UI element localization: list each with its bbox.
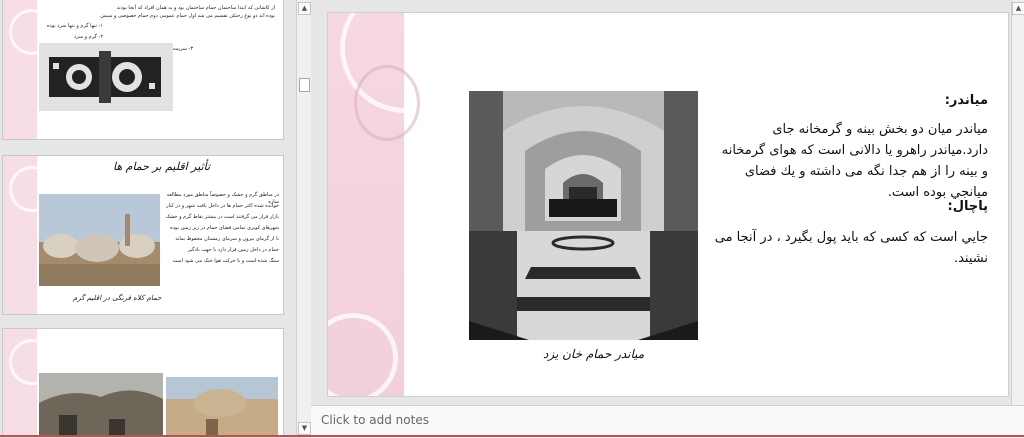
thumb-text: سنگ شده است و با حرکت هوا خنک می شود است	[172, 258, 279, 264]
thumb-decoration	[3, 0, 55, 139]
slide-thumbnail-3[interactable]	[2, 328, 284, 437]
thumb-text: تا از گرمای بیرون و سرمای زمستان محفوظ ب…	[175, 236, 279, 242]
thumb-caption: حمام کلاه فرنگی در اقلیم گرم	[73, 294, 162, 302]
heading-pachal: پاچال:	[947, 199, 989, 214]
slide-decoration	[328, 13, 470, 396]
scroll-up-icon[interactable]: ▲	[1012, 2, 1024, 15]
thumb-title: تأثیر اقلیم بر حمام ها	[113, 160, 211, 173]
thumb-text: بازار قرار می گرفتند است در بیشتر نقاط گ…	[165, 214, 280, 220]
slide-thumbnail-pane[interactable]: از کاشانی که ابتدا ساختمان حمام ساختمان …	[0, 0, 296, 437]
thumb-text: ۲- گرم و سرد	[73, 34, 103, 40]
current-slide[interactable]: میاندر حمام خان یزد میاندر: میاندر میان …	[327, 12, 1009, 397]
slide-editor[interactable]: میاندر حمام خان یزد میاندر: میاندر میان …	[311, 0, 1024, 405]
photo-caption: میاندر حمام خان یزد	[543, 347, 645, 361]
thumb-text: از کاشانی که ابتدا ساختمان حمام ساختمان …	[116, 5, 275, 11]
notes-placeholder[interactable]: Click to add notes	[321, 413, 429, 427]
floor-plan-image	[39, 43, 173, 111]
ruined-bathhouse-image	[39, 373, 163, 437]
thumb-text: خوانده شده اکثر حمام ها در داخل بافت شهر…	[166, 203, 279, 209]
thumb-text: ۱- تنها گرم و تنها سرد بوده	[46, 23, 103, 29]
heading-miandar: میاندر:	[944, 93, 988, 108]
thumb-text: حمام در داخل زمین قرار دارد با جهت بادگی…	[187, 247, 279, 253]
notes-pane[interactable]: Click to add notes	[311, 405, 1024, 438]
thumb-text: بوده اند دو نوع رختکن تقسیم می شد اول حم…	[100, 13, 275, 19]
scroll-up-icon[interactable]: ▲	[298, 2, 311, 15]
bathhouse-corridor-photo[interactable]	[469, 91, 698, 340]
thumb-decoration	[3, 156, 55, 314]
slide-thumbnail-2[interactable]: تأثیر اقلیم بر حمام ها در مناطق گرم و خش…	[2, 155, 284, 315]
paragraph-miandar: میاندر میان دو بخش بینه و گرمخانه جای دا…	[721, 122, 988, 200]
thumb-text: شهرهای کویری تمامی فضای حمام در زیر زمین…	[170, 225, 279, 231]
bathhouse-domes-image	[39, 194, 160, 286]
scroll-thumb[interactable]	[299, 78, 310, 92]
scroll-down-icon[interactable]: ▼	[298, 422, 311, 435]
thumbnail-scrollbar[interactable]: ▲ ▼	[296, 0, 311, 437]
slide-scrollbar[interactable]: ▲	[1011, 0, 1024, 405]
dome-structure-image	[166, 377, 278, 437]
slide-thumbnail-1[interactable]: از کاشانی که ابتدا ساختمان حمام ساختمان …	[2, 0, 284, 140]
thumb-decoration	[3, 329, 55, 437]
paragraph-pachal: جایي است که کسی که باید پول بگیرد ، در آ…	[714, 230, 988, 266]
